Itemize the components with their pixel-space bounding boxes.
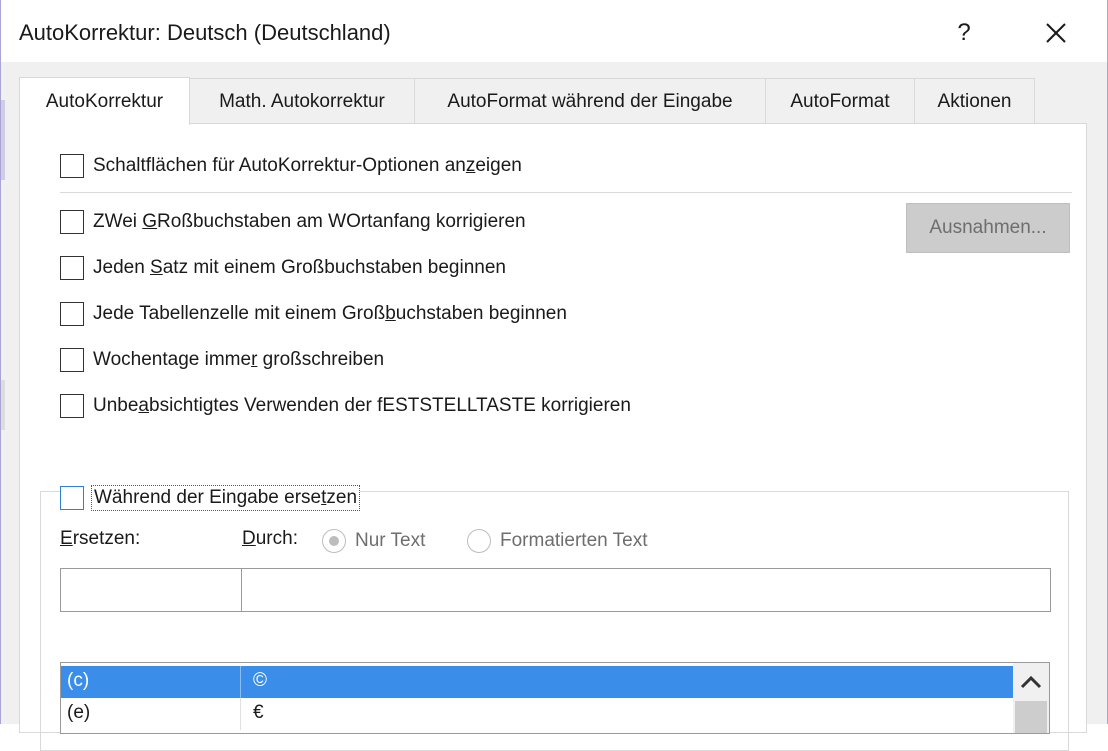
- background-window-edge: [1, 100, 5, 180]
- help-button[interactable]: ?: [941, 12, 987, 54]
- weekdays-checkbox[interactable]: [60, 348, 84, 372]
- tab-panel-autokorrektur: Schaltflächen für AutoKorrektur-Optionen…: [19, 123, 1087, 751]
- sentence-caps-checkbox[interactable]: [60, 256, 84, 280]
- table-caps-checkbox[interactable]: [60, 302, 84, 326]
- replace-while-typing-checkbox[interactable]: [60, 486, 84, 510]
- show-buttons-checkbox[interactable]: [60, 154, 84, 178]
- option-label: Jeden Satz mit einem Großbuchstaben begi…: [93, 257, 506, 278]
- radio-formatted-text-label: Formatierten Text: [500, 530, 648, 551]
- tab-autokorrektur[interactable]: AutoKorrektur: [19, 77, 190, 125]
- option-label: Schaltflächen für AutoKorrektur-Optionen…: [93, 155, 522, 176]
- dialog-title: AutoKorrektur: Deutsch (Deutschland): [19, 20, 391, 45]
- column-divider: [240, 666, 241, 698]
- scroll-up-button[interactable]: [1013, 667, 1049, 697]
- option-show-buttons[interactable]: Schaltflächen für AutoKorrektur-Optionen…: [60, 154, 522, 178]
- with-label: Durch:: [242, 528, 298, 549]
- option-table-cell-caps[interactable]: Jede Tabellenzelle mit einem Großbuchsta…: [60, 302, 567, 326]
- background-window-edge: [1, 380, 5, 430]
- autocorrect-dialog: AutoKorrektur: Deutsch (Deutschland) ? A…: [0, 0, 1108, 751]
- option-two-initial-caps[interactable]: ZWei GRoßbuchstaben am WOrtanfang korrig…: [60, 210, 526, 234]
- chevron-up-icon: [1020, 675, 1042, 689]
- option-caps-lock[interactable]: Unbeabsichtigtes Verwenden der fESTSTELL…: [60, 394, 631, 418]
- two-caps-checkbox[interactable]: [60, 210, 84, 234]
- radio-plain-text-label: Nur Text: [355, 530, 426, 551]
- list-scrollbar[interactable]: [1013, 663, 1049, 733]
- replace-label: Ersetzen:: [60, 528, 141, 549]
- list-item-with: ©: [253, 670, 267, 691]
- tab-aktionen[interactable]: Aktionen: [914, 78, 1035, 124]
- list-item-replace: (c): [67, 670, 90, 691]
- replacement-list[interactable]: (c) © (e) €: [60, 662, 1050, 734]
- option-replace-while-typing[interactable]: Während der Eingabe ersetzen: [60, 485, 361, 511]
- title-bar: AutoKorrektur: Deutsch (Deutschland) ?: [1, 0, 1107, 62]
- option-label: Jede Tabellenzelle mit einem Großbuchsta…: [93, 303, 567, 324]
- list-item[interactable]: (c) ©: [61, 666, 1013, 698]
- list-item-replace: (e): [67, 702, 91, 723]
- option-label: Wochentage immer großschreiben: [93, 349, 385, 370]
- tab-math-autokorrektur[interactable]: Math. Autokorrektur: [189, 78, 415, 124]
- column-divider: [240, 698, 241, 730]
- tab-autoformat-eingabe[interactable]: AutoFormat während der Eingabe: [414, 78, 766, 124]
- close-button[interactable]: [1033, 12, 1079, 54]
- list-item-with: €: [253, 702, 264, 723]
- option-weekday-caps[interactable]: Wochentage immer großschreiben: [60, 348, 384, 372]
- option-label: Während der Eingabe ersetzen: [90, 485, 361, 511]
- radio-plain-text[interactable]: Nur Text: [322, 529, 425, 553]
- separator: [60, 192, 1072, 193]
- option-label: Unbeabsichtigtes Verwenden der fESTSTELL…: [93, 395, 631, 416]
- with-input[interactable]: [241, 568, 1051, 612]
- tab-autoformat[interactable]: AutoFormat: [765, 78, 915, 124]
- exceptions-button[interactable]: Ausnahmen...: [906, 203, 1070, 253]
- list-item[interactable]: (e) €: [61, 698, 1013, 730]
- scroll-thumb[interactable]: [1015, 701, 1047, 733]
- caps-lock-checkbox[interactable]: [60, 394, 84, 418]
- radio-plain-text-dot[interactable]: [322, 529, 346, 553]
- radio-formatted-text[interactable]: Formatierten Text: [467, 529, 647, 553]
- option-label: ZWei GRoßbuchstaben am WOrtanfang korrig…: [93, 211, 526, 232]
- option-sentence-caps[interactable]: Jeden Satz mit einem Großbuchstaben begi…: [60, 256, 506, 280]
- replace-input[interactable]: [60, 568, 243, 612]
- radio-formatted-text-dot[interactable]: [467, 529, 491, 553]
- close-icon: [1046, 23, 1066, 43]
